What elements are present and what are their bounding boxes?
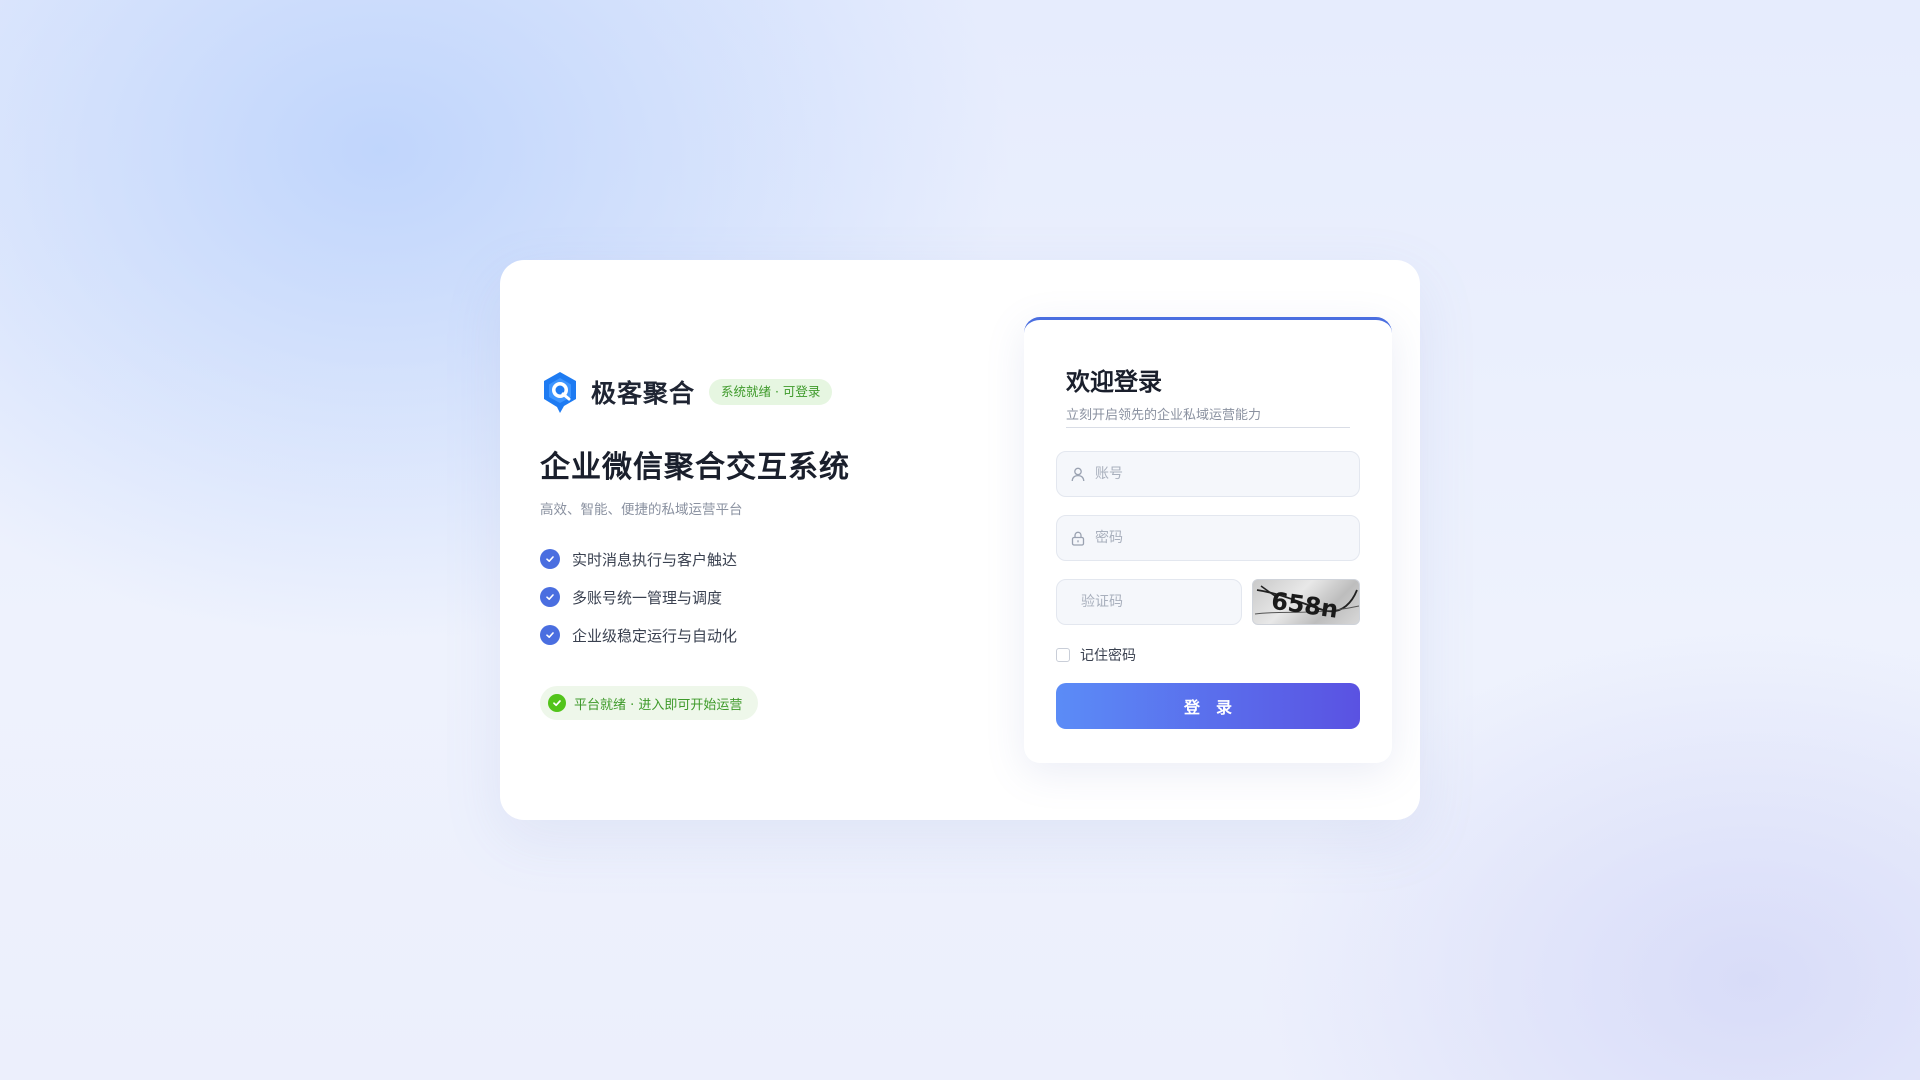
captcha-input[interactable] — [1081, 580, 1255, 624]
login-card: 极客聚合 系统就绪 · 可登录 企业微信聚合交互系统 高效、智能、便捷的私域运营… — [500, 260, 1420, 820]
password-input[interactable] — [1095, 516, 1359, 560]
check-icon — [540, 587, 560, 607]
login-button[interactable]: 登录 — [1056, 683, 1360, 729]
captcha-text: 658n — [1270, 587, 1340, 624]
page-subtitle: 高效、智能、便捷的私域运营平台 — [540, 502, 743, 518]
password-field — [1056, 515, 1360, 561]
remember-checkbox[interactable] — [1056, 648, 1070, 662]
captcha-image[interactable]: 658n — [1252, 579, 1360, 625]
feature-item: 多账号统一管理与调度 — [540, 578, 1000, 616]
remember-password[interactable]: 记住密码 — [1056, 645, 1136, 665]
lock-icon — [1071, 531, 1085, 546]
feature-label: 企业级稳定运行与自动化 — [572, 626, 738, 645]
login-form: 欢迎登录 立刻开启领先的企业私域运营能力 账号 验证码 658n 记住密码 登录 — [1024, 317, 1392, 763]
system-status-badge: 系统就绪 · 可登录 — [709, 379, 833, 405]
check-icon — [540, 625, 560, 645]
platform-ready-badge: 平台就绪 · 进入即可开始运营 — [540, 686, 759, 720]
remember-label: 记住密码 — [1080, 648, 1136, 664]
username-field — [1056, 451, 1360, 497]
feature-label: 多账号统一管理与调度 — [572, 588, 723, 607]
brand-header: 极客聚合 系统就绪 · 可登录 — [540, 370, 1000, 414]
brand-name: 极客聚合 — [591, 379, 696, 408]
feature-label: 实时消息执行与客户触达 — [572, 550, 738, 569]
check-circle-icon — [548, 694, 566, 712]
page-title: 企业微信聚合交互系统 — [540, 450, 850, 485]
brand-logo-icon — [544, 372, 576, 413]
feature-item: 企业级稳定运行与自动化 — [540, 616, 1000, 654]
login-title: 欢迎登录 — [1066, 368, 1162, 396]
username-input[interactable] — [1095, 452, 1359, 496]
login-subtitle: 立刻开启领先的企业私域运营能力 — [1066, 404, 1350, 428]
check-icon — [540, 549, 560, 569]
intro-panel: 极客聚合 系统就绪 · 可登录 企业微信聚合交互系统 高效、智能、便捷的私域运营… — [540, 370, 1000, 720]
feature-item: 实时消息执行与客户触达 — [540, 540, 1000, 578]
platform-ready-text: 平台就绪 · 进入即可开始运营 — [574, 697, 743, 713]
feature-list: 实时消息执行与客户触达 多账号统一管理与调度 企业级稳定运行与自动化 — [540, 540, 1000, 654]
user-icon — [1071, 467, 1085, 481]
captcha-field — [1056, 579, 1255, 625]
